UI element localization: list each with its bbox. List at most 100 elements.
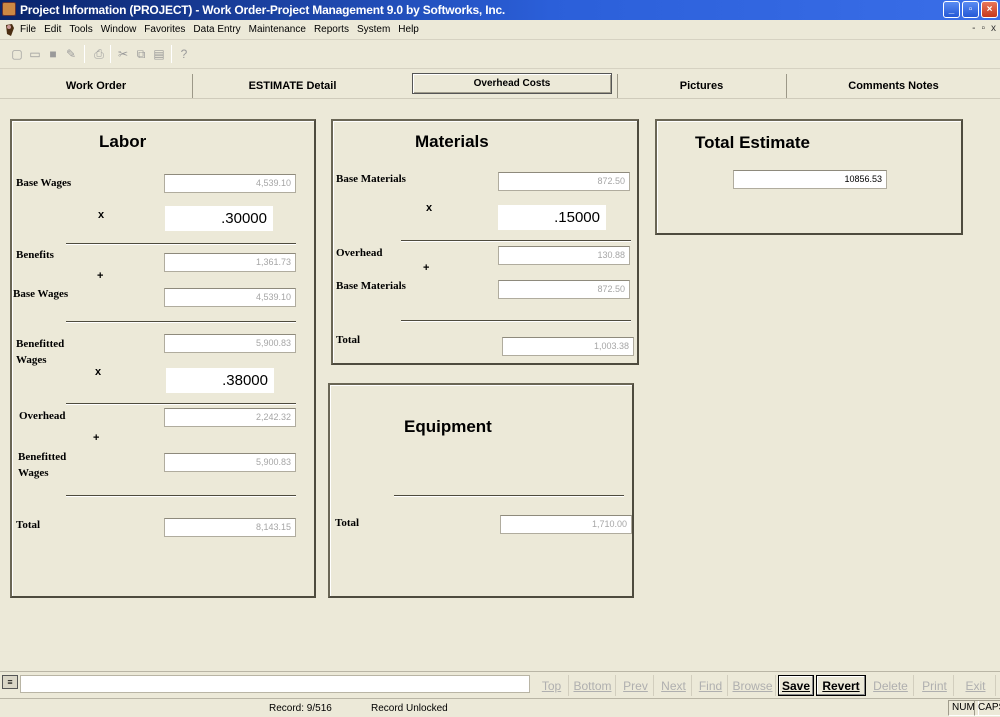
tab-pictures[interactable]: Pictures [617, 74, 785, 98]
prev-button[interactable]: Prev [618, 675, 654, 696]
benefits-field[interactable]: 1,361.73 [164, 253, 296, 272]
record-navigation-bar: ≡ Top Bottom Prev Next Find Browse Save … [0, 671, 1000, 698]
next-button[interactable]: Next [656, 675, 692, 696]
total-estimate-title: Total Estimate [695, 133, 810, 152]
window-title: Project Information (PROJECT) - Work Ord… [20, 3, 506, 17]
app-icon[interactable] [2, 2, 16, 16]
menu-file[interactable]: File [20, 24, 36, 35]
equipment-total-field[interactable]: 1,710.00 [500, 515, 632, 534]
labor-title: Labor [99, 132, 147, 151]
benefits-label: Benefits [16, 249, 54, 261]
new-icon[interactable]: ▢ [10, 47, 24, 61]
overhead-rate-field[interactable]: .38000 [166, 368, 274, 393]
labor-total-label: Total [16, 519, 41, 531]
save-icon[interactable]: ■ [46, 47, 60, 61]
equipment-title: Equipment [404, 417, 492, 436]
print-icon[interactable]: ⎙ [92, 47, 106, 61]
help-icon[interactable]: ? [177, 47, 191, 61]
divider [66, 321, 296, 323]
menu-bar: File Edit Tools Window Favorites Data En… [0, 20, 1000, 40]
tab-comments-notes[interactable]: Comments Notes [786, 74, 1000, 98]
equipment-group [328, 383, 634, 598]
edit-icon[interactable]: ✎ [64, 47, 78, 61]
status-message-area [20, 675, 530, 693]
menu-help[interactable]: Help [398, 24, 419, 35]
close-button[interactable]: × [981, 1, 998, 18]
toolbar-separator [84, 45, 85, 63]
materials-rate-field[interactable]: .15000 [498, 205, 606, 230]
materials-overhead-label: Overhead [336, 247, 383, 259]
top-button[interactable]: Top [535, 675, 569, 696]
plus-operator: + [93, 432, 100, 444]
base-materials-2-label: Base Materials [336, 280, 406, 292]
base-wages-label: Base Wages [16, 177, 72, 189]
base-materials-label: Base Materials [336, 173, 406, 185]
materials-total-field[interactable]: 1,003.38 [502, 337, 634, 356]
divider [394, 495, 624, 497]
menu-favorites[interactable]: Favorites [144, 24, 185, 35]
toolbar-separator [110, 45, 111, 63]
base-materials-2-field[interactable]: 872.50 [498, 280, 630, 299]
materials-overhead-field[interactable]: 130.88 [498, 246, 630, 265]
benefitted-wages-label: Benefitted Wages [16, 338, 65, 366]
equipment-total-label: Total [335, 517, 360, 529]
menu-maintenance[interactable]: Maintenance [249, 24, 306, 35]
copy-icon[interactable]: ⧉ [134, 47, 148, 61]
menu-window[interactable]: Window [101, 24, 137, 35]
title-bar: Project Information (PROJECT) - Work Ord… [0, 0, 1000, 20]
status-bar: Record: 9/516 Record Unlocked NUM CAPS [0, 698, 1000, 717]
tab-work-order[interactable]: Work Order [0, 74, 192, 98]
window-list-icon[interactable]: ≡ [2, 675, 18, 689]
benefitted-wages-2-field[interactable]: 5,900.83 [164, 453, 296, 472]
browse-button[interactable]: Browse [730, 675, 776, 696]
window-controls: _ ▫ × [943, 1, 998, 18]
benefitted-wages-field[interactable]: 5,900.83 [164, 334, 296, 353]
tab-strip: Work Order ESTIMATE Detail Overhead Cost… [0, 71, 1000, 99]
base-wages-2-label: Base Wages [13, 288, 69, 300]
mdi-close-button[interactable]: x [991, 23, 996, 34]
revert-button[interactable]: Revert [816, 675, 866, 696]
tab-estimate-detail[interactable]: ESTIMATE Detail [192, 74, 392, 98]
divider [66, 495, 296, 497]
maximize-button[interactable]: ▫ [962, 1, 979, 18]
base-wages-field[interactable]: 4,539.10 [164, 174, 296, 193]
divider [401, 240, 631, 242]
menu-reports[interactable]: Reports [314, 24, 349, 35]
document-icon[interactable] [3, 23, 17, 37]
benefits-rate-field[interactable]: .30000 [165, 206, 273, 231]
materials-total-label: Total [336, 334, 361, 346]
toolbar: ▢ ▭ ■ ✎ ⎙ ✂ ⧉ ▤ ? [0, 41, 1000, 69]
print-button[interactable]: Print [916, 675, 954, 696]
tab-overhead-costs[interactable]: Overhead Costs [412, 73, 612, 94]
mdi-minimize-button[interactable]: - [972, 23, 975, 34]
materials-group [331, 119, 639, 365]
delete-button[interactable]: Delete [868, 675, 914, 696]
multiply-operator: x [95, 366, 102, 378]
multiply-operator: x [98, 209, 105, 221]
menu-edit[interactable]: Edit [44, 24, 61, 35]
minimize-button[interactable]: _ [943, 1, 960, 18]
mdi-restore-button[interactable]: ▫ [981, 23, 985, 34]
menu-data-entry[interactable]: Data Entry [193, 24, 240, 35]
find-button[interactable]: Find [694, 675, 728, 696]
overhead-label: Overhead [19, 410, 66, 422]
labor-total-field[interactable]: 8,143.15 [164, 518, 296, 537]
bottom-button[interactable]: Bottom [570, 675, 616, 696]
total-estimate-field[interactable]: 10856.53 [733, 170, 887, 189]
record-lock-status: Record Unlocked [371, 703, 448, 714]
base-wages-2-field[interactable]: 4,539.10 [164, 288, 296, 307]
base-materials-field[interactable]: 872.50 [498, 172, 630, 191]
divider [66, 243, 296, 245]
overhead-field[interactable]: 2,242.32 [164, 408, 296, 427]
save-button[interactable]: Save [778, 675, 814, 696]
open-icon[interactable]: ▭ [28, 47, 42, 61]
exit-button[interactable]: Exit [956, 675, 996, 696]
cut-icon[interactable]: ✂ [116, 47, 130, 61]
plus-operator: + [423, 262, 430, 274]
menu-tools[interactable]: Tools [69, 24, 92, 35]
paste-icon[interactable]: ▤ [152, 47, 166, 61]
record-position: Record: 9/516 [269, 703, 332, 714]
divider [66, 403, 296, 405]
plus-operator: + [97, 270, 104, 282]
menu-system[interactable]: System [357, 24, 390, 35]
